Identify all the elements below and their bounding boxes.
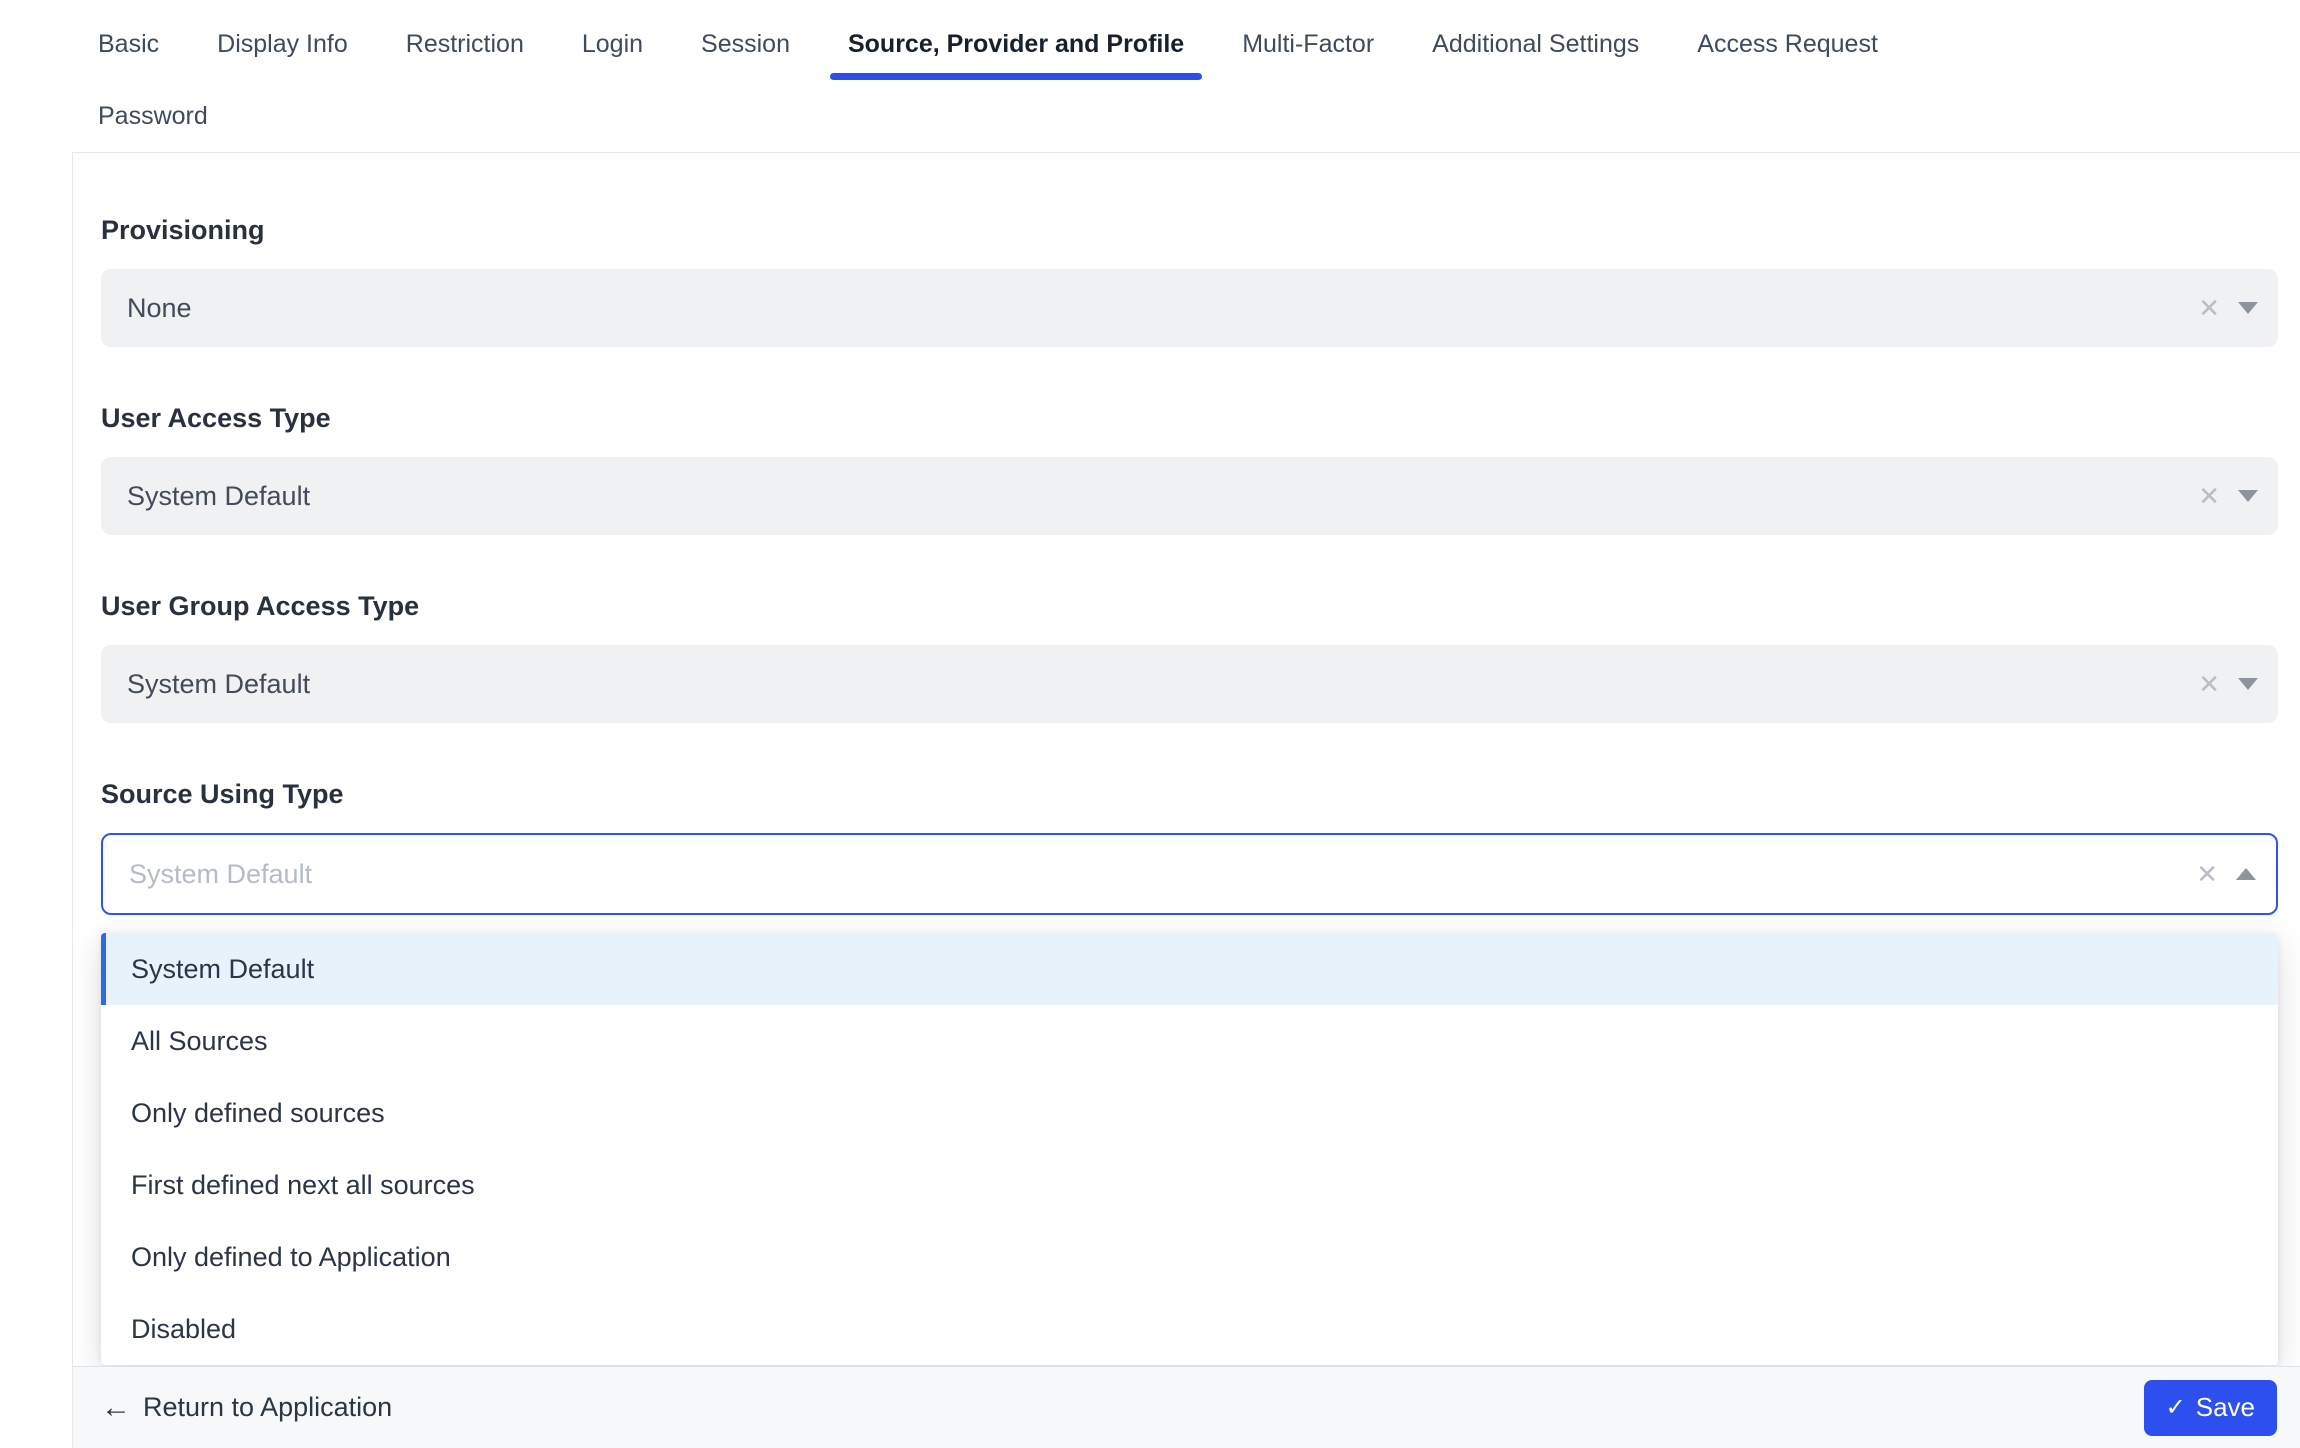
return-link-label: Return to Application — [143, 1392, 393, 1422]
check-icon: ✓ — [2165, 1393, 2186, 1421]
option-system-default[interactable]: System Default — [101, 933, 2278, 1005]
option-first-defined-next-all-sources[interactable]: First defined next all sources — [101, 1149, 2278, 1221]
source-using-type-label: Source Using Type — [101, 779, 344, 809]
chevron-down-icon[interactable] — [2238, 678, 2258, 690]
user-group-access-type-value: System Default — [127, 668, 311, 699]
user-group-access-type-label: User Group Access Type — [101, 591, 420, 621]
provisioning-select[interactable]: None ✕ — [101, 269, 2278, 347]
user-group-access-type-select-icons: ✕ — [2198, 671, 2258, 697]
tab-source-provider-and-profile[interactable]: Source, Provider and Profile — [829, 8, 1203, 80]
tab-row-2: Password — [98, 80, 2300, 152]
tab-access-request[interactable]: Access Request — [1697, 8, 1878, 80]
user-group-access-type-select[interactable]: System Default ✕ — [101, 645, 2278, 723]
tab-restriction[interactable]: Restriction — [406, 8, 524, 80]
provisioning-label: Provisioning — [101, 215, 265, 245]
user-access-type-label: User Access Type — [101, 403, 331, 433]
save-button[interactable]: ✓ Save — [2143, 1379, 2277, 1436]
save-button-label: Save — [2195, 1392, 2255, 1422]
form-group-source-using-type: Source Using Type System Default ✕ Syste… — [101, 779, 2278, 1365]
chevron-up-icon[interactable] — [2236, 868, 2256, 880]
clear-icon[interactable]: ✕ — [2198, 483, 2220, 509]
footer-bar: ← Return to Application ✓ Save — [73, 1366, 2300, 1448]
tab-additional-settings[interactable]: Additional Settings — [1432, 8, 1639, 80]
tab-password[interactable]: Password — [98, 80, 208, 152]
form-group-provisioning: Provisioning None ✕ — [101, 215, 2278, 347]
option-disabled[interactable]: Disabled — [101, 1293, 2278, 1365]
user-access-type-select-icons: ✕ — [2198, 483, 2258, 509]
option-all-sources[interactable]: All Sources — [101, 1005, 2278, 1077]
provisioning-select-icons: ✕ — [2198, 295, 2258, 321]
source-using-type-placeholder: System Default — [129, 858, 313, 889]
return-to-application-link[interactable]: ← Return to Application — [101, 1392, 392, 1423]
source-using-type-select-icons: ✕ — [2196, 861, 2256, 887]
user-access-type-value: System Default — [127, 480, 311, 511]
tab-bar: Basic Display Info Restriction Login Ses… — [0, 0, 2300, 152]
tab-login[interactable]: Login — [582, 8, 643, 80]
tab-basic[interactable]: Basic — [98, 8, 159, 80]
form-group-user-group-access-type: User Group Access Type System Default ✕ — [101, 591, 2278, 723]
option-only-defined-to-application[interactable]: Only defined to Application — [101, 1221, 2278, 1293]
source-using-type-dropdown: System Default All Sources Only defined … — [101, 933, 2278, 1365]
clear-icon[interactable]: ✕ — [2198, 671, 2220, 697]
clear-icon[interactable]: ✕ — [2198, 295, 2220, 321]
form-group-user-access-type: User Access Type System Default ✕ — [101, 403, 2278, 535]
chevron-down-icon[interactable] — [2238, 302, 2258, 314]
back-arrow-icon: ← — [101, 1390, 131, 1424]
tab-multi-factor[interactable]: Multi-Factor — [1242, 8, 1374, 80]
clear-icon[interactable]: ✕ — [2196, 861, 2218, 887]
source-using-type-select[interactable]: System Default ✕ — [101, 833, 2278, 915]
tab-session[interactable]: Session — [701, 8, 790, 80]
main-panel: Provisioning None ✕ User Access Type Sys… — [72, 152, 2300, 1448]
user-access-type-select[interactable]: System Default ✕ — [101, 457, 2278, 535]
option-only-defined-sources[interactable]: Only defined sources — [101, 1077, 2278, 1149]
settings-form: Provisioning None ✕ User Access Type Sys… — [73, 153, 2300, 1366]
provisioning-value: None — [127, 292, 192, 323]
tab-row-1: Basic Display Info Restriction Login Ses… — [98, 8, 2300, 80]
chevron-down-icon[interactable] — [2238, 490, 2258, 502]
tab-display-info[interactable]: Display Info — [217, 8, 348, 80]
